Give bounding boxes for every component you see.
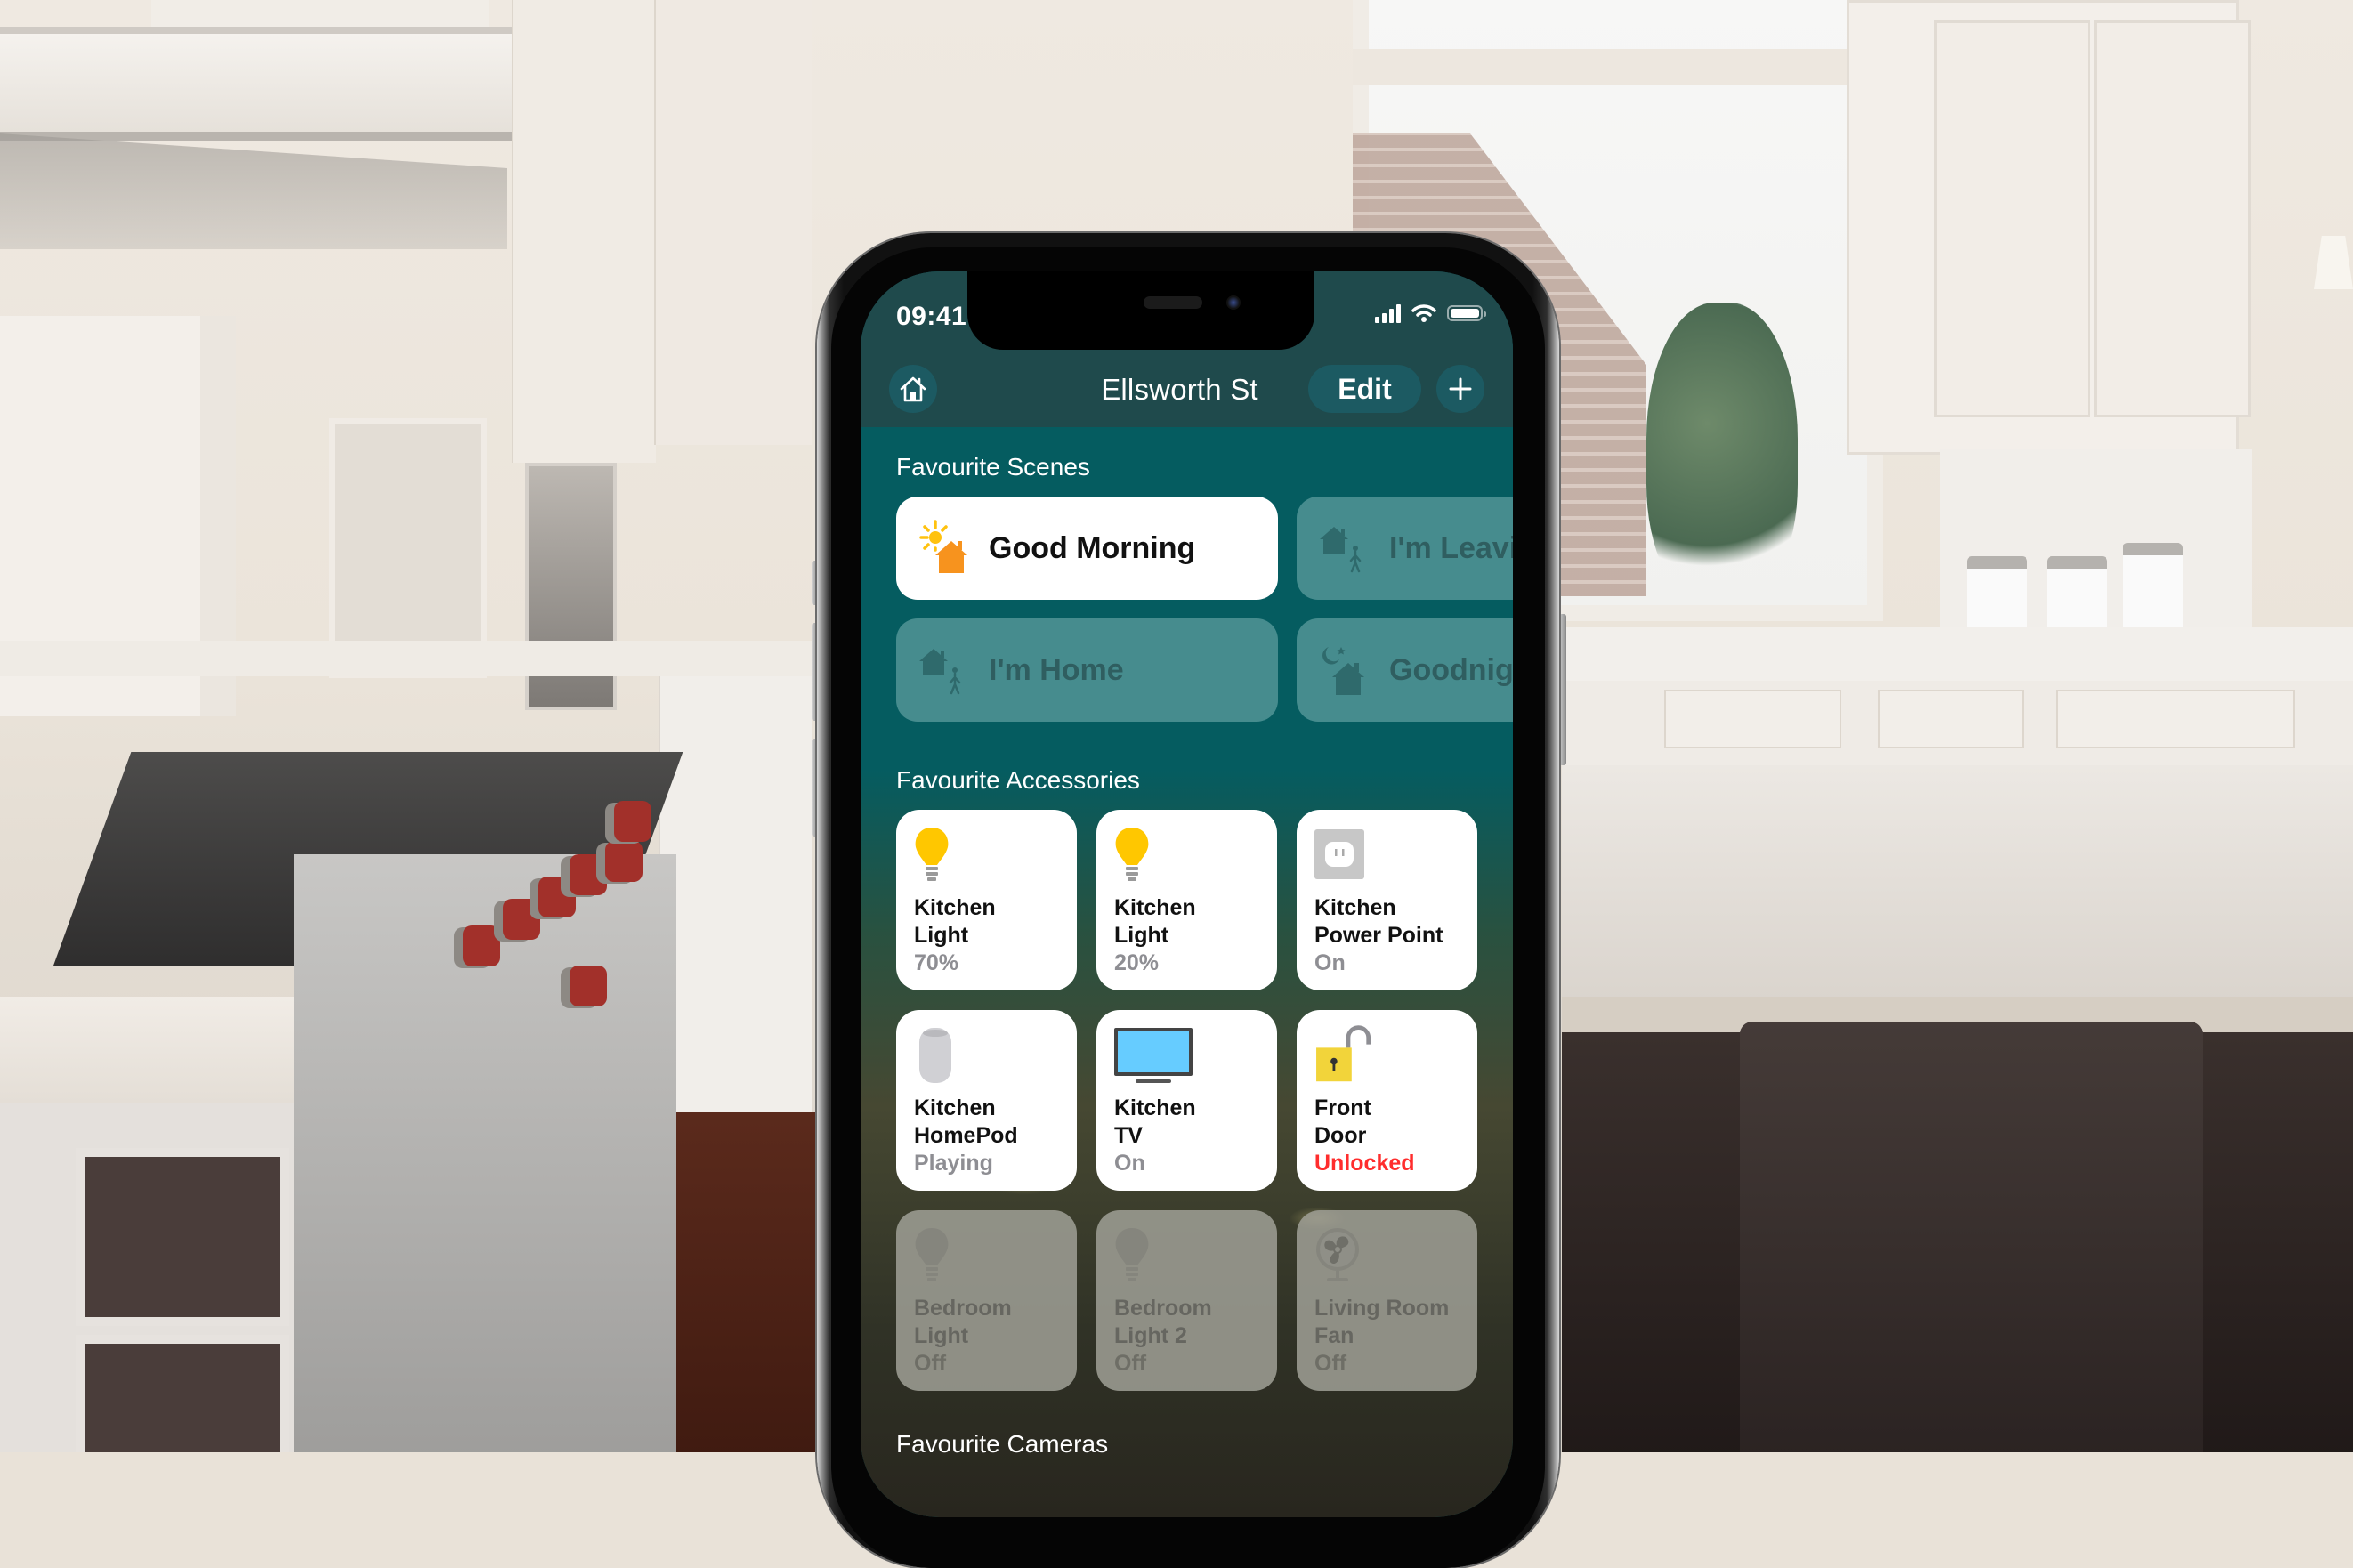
lightbulb-icon <box>1115 1228 1149 1281</box>
range-hood <box>0 27 512 141</box>
upper-cabinet <box>654 0 812 445</box>
accessory-name: Kitchen Light <box>1114 895 1196 948</box>
tv-icon <box>1114 1028 1193 1083</box>
house-person-arriving-icon <box>919 649 961 695</box>
accessory-state: Off <box>1314 1351 1347 1376</box>
drawer <box>1664 690 1841 748</box>
accessory-tile-kitchen-tv[interactable]: Kitchen TV On <box>1096 1010 1277 1191</box>
accessory-state: Off <box>1114 1351 1147 1376</box>
island-drawer <box>76 1335 289 1452</box>
red-knob <box>570 854 607 895</box>
favourite-cameras-heading: Favourite Cameras <box>896 1430 1109 1458</box>
tree-outside <box>1646 303 1798 605</box>
accessory-tile-kitchen-homepod[interactable]: Kitchen HomePod Playing <box>896 1010 1077 1191</box>
lightbulb-icon <box>915 828 949 881</box>
upper-cabinet <box>512 0 656 463</box>
drawer <box>2056 690 2295 748</box>
accessory-tile-bedroom-light[interactable]: Bedroom Light Off <box>896 1210 1077 1391</box>
favourite-scenes-heading: Favourite Scenes <box>896 453 1090 481</box>
countertop-left <box>0 641 819 676</box>
scene-goodnight[interactable]: Goodnight <box>1297 618 1513 722</box>
accessory-tile-kitchen-power-point[interactable]: Kitchen Power Point On <box>1297 810 1477 990</box>
accessory-state-alert: Unlocked <box>1314 1151 1415 1176</box>
scene-label: Good Morning <box>989 530 1196 565</box>
homepod-icon <box>919 1028 951 1083</box>
red-knob <box>605 841 643 882</box>
accessory-tile-living-room-fan[interactable]: Living Room Fan Off <box>1297 1210 1477 1391</box>
battery-icon <box>1447 305 1486 321</box>
accessory-name: Kitchen Power Point <box>1314 895 1443 948</box>
cabinet-door <box>2094 20 2251 417</box>
island-drawer <box>76 1148 289 1326</box>
cabinet-door <box>1934 20 2090 417</box>
wifi-icon <box>1411 304 1436 322</box>
red-knob <box>570 966 607 1006</box>
scene-label: I'm Leaving <box>1389 530 1513 565</box>
accessory-name: Kitchen Light <box>914 895 996 948</box>
sun-house-icon <box>919 520 967 573</box>
window-frame <box>1353 49 1851 85</box>
edit-button[interactable]: Edit <box>1308 365 1421 413</box>
accessory-name: Kitchen HomePod <box>914 1095 1018 1148</box>
lightbulb-icon <box>915 1228 949 1281</box>
accessory-state: Playing <box>914 1151 993 1176</box>
island-countertop <box>1562 765 2353 1014</box>
bar-stool <box>1740 1022 2203 1452</box>
accessory-tile-kitchen-light-2[interactable]: Kitchen Light 20% <box>1096 810 1277 990</box>
unlocked-padlock-icon <box>1316 1025 1371 1082</box>
accessory-name: Front Door <box>1314 1095 1371 1148</box>
plus-icon <box>1449 377 1472 400</box>
spice-niche <box>329 418 487 678</box>
scene-im-home[interactable]: I'm Home <box>896 618 1278 722</box>
scene-good-morning[interactable]: Good Morning <box>896 497 1278 600</box>
base-cabinet <box>659 676 812 1121</box>
moon-house-icon <box>1322 647 1364 695</box>
phone-notch <box>967 271 1314 350</box>
favourite-accessories-heading: Favourite Accessories <box>896 766 1140 794</box>
house-person-leaving-icon <box>1320 527 1362 573</box>
accessory-state: 20% <box>1114 950 1160 975</box>
lightbulb-icon <box>1115 828 1149 881</box>
accessory-state: On <box>1114 1151 1145 1176</box>
accessory-tile-front-door[interactable]: Front Door Unlocked <box>1297 1010 1477 1191</box>
scene-label: I'm Home <box>989 652 1124 687</box>
scene-im-leaving[interactable]: I'm Leaving <box>1297 497 1513 600</box>
red-knob <box>463 925 500 966</box>
status-icons <box>1375 303 1486 323</box>
accessory-name: Bedroom Light 2 <box>1114 1296 1212 1348</box>
accessory-state: 70% <box>914 950 959 975</box>
phone-side-button <box>1559 614 1566 765</box>
power-outlet-icon <box>1314 829 1364 879</box>
front-camera <box>1226 295 1241 310</box>
drawer <box>1878 690 2024 748</box>
fan-icon <box>1316 1228 1359 1281</box>
status-time: 09:41 <box>896 302 967 331</box>
upper-cabinet-right <box>1847 0 2251 455</box>
earpiece-speaker <box>1144 296 1202 309</box>
accessory-name: Kitchen TV <box>1114 1095 1196 1148</box>
cellular-signal-icon <box>1375 303 1401 323</box>
accessory-name: Bedroom Light <box>914 1296 1012 1348</box>
island-countertop-left <box>0 997 294 1103</box>
accessory-state: Off <box>914 1351 947 1376</box>
home-app-screen: 09:41 Ellsworth St Edit Favourite Scenes <box>861 271 1513 1517</box>
add-button[interactable] <box>1436 365 1484 413</box>
accessory-state: On <box>1314 950 1346 975</box>
red-knob <box>503 899 540 940</box>
countertop-right <box>1562 627 2353 681</box>
accessory-tile-kitchen-light[interactable]: Kitchen Light 70% <box>896 810 1077 990</box>
scene-label: Goodnight <box>1389 652 1513 687</box>
red-knob <box>614 801 651 842</box>
accessory-name: Living Room Fan <box>1314 1296 1450 1348</box>
accessory-tile-bedroom-light-2[interactable]: Bedroom Light 2 Off <box>1096 1210 1277 1391</box>
